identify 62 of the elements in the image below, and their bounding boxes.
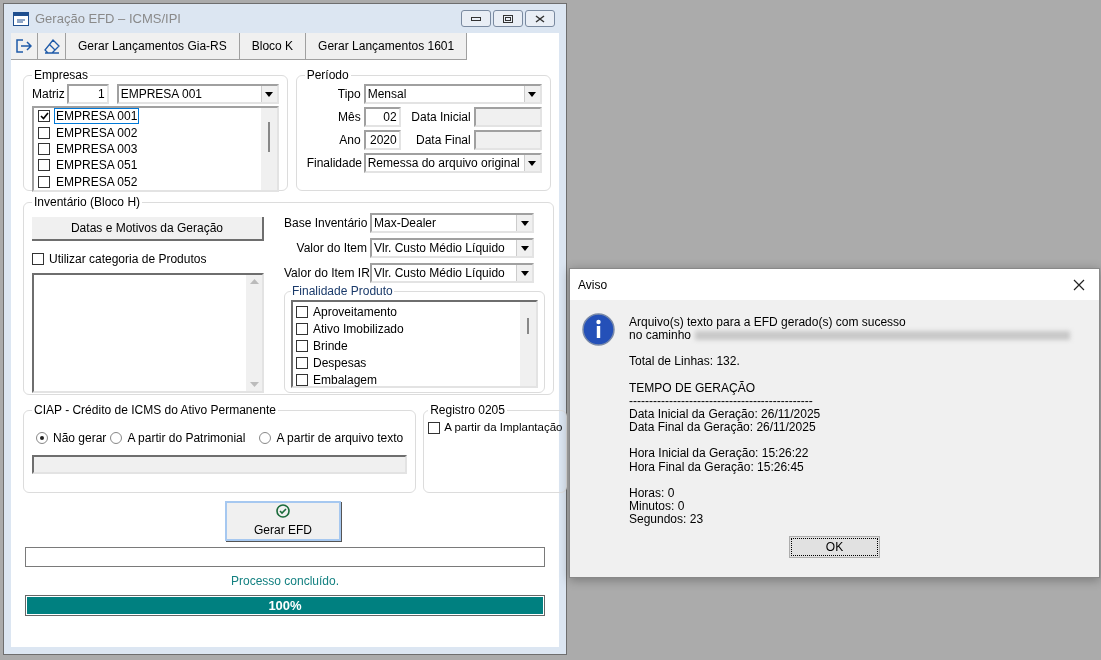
input-field[interactable]: 1	[66, 84, 109, 104]
checkbox-label: A partir da Implantação	[444, 420, 563, 435]
window-title: Geração EFD – ICMS/IPI	[35, 9, 181, 28]
input-field[interactable]: 02	[363, 107, 401, 127]
field-label: Valor do Item	[295, 240, 368, 257]
radio-label: A partir de arquivo texto	[276, 430, 404, 447]
list-item[interactable]: EMPRESA 003	[54, 141, 140, 157]
message-line: Data Inicial da Geração: 26/11/2025	[629, 408, 822, 422]
field-label: Finalidade	[306, 155, 364, 172]
radio-label: A partir do Patrimonial	[127, 430, 246, 447]
field-label: Data Final	[414, 132, 472, 149]
field-label: Tipo	[336, 86, 362, 103]
message-line: Hora Inicial da Geração: 15:26:22	[629, 447, 810, 461]
field-label: Ano	[338, 132, 362, 149]
field-label: Mês	[337, 109, 362, 126]
dropdown-field[interactable]: EMPRESA 001	[116, 84, 279, 104]
field-label: Valor do Item IR	[284, 265, 370, 282]
message-line: Data Final da Geração: 26/11/2025	[629, 421, 817, 435]
toolbar-button[interactable]: Gerar Lançamentos 1601	[306, 33, 468, 59]
checkbox-label: Utilizar categoria de Produtos	[49, 251, 207, 268]
list-item[interactable]: EMPRESA 001	[54, 108, 140, 125]
message-line: Segundos: 23	[629, 513, 705, 527]
toolbar-button[interactable]: Bloco K	[239, 33, 307, 59]
field-label: Matriz	[32, 86, 65, 103]
message-line: Hora Final da Geração: 15:26:45	[629, 460, 805, 474]
generate-button[interactable]: Gerar EFD	[225, 501, 341, 541]
message-line: TEMPO DE GERAÇÃO	[629, 381, 757, 395]
dates-button[interactable]: Datas e Motivos da Geração	[32, 217, 264, 241]
progress-label: 100%	[267, 596, 303, 615]
list-item[interactable]: Brinde	[313, 336, 348, 355]
list-item[interactable]: EMPRESA 052	[54, 173, 140, 190]
message-line: Minutos: 0	[629, 500, 686, 514]
group-title: Inventário (Bloco H)	[33, 194, 142, 211]
group-title: Finalidade Produto	[291, 283, 394, 300]
dropdown-field[interactable]: Vlr. Custo Médio Líquido	[370, 263, 534, 283]
group-title: Registro 0205	[429, 402, 506, 419]
field-label: Base Inventário	[284, 215, 369, 232]
status-text: Processo concluído.	[230, 573, 340, 590]
toolbar-button[interactable]: Gerar Lançamentos Gia-RS	[66, 33, 240, 59]
message-text: Arquivo(s) texto para a EFD gerado(s) com sucesso	[629, 316, 907, 330]
list-item[interactable]: Despesas	[313, 353, 367, 372]
message-line: Horas: 0	[629, 486, 676, 501]
group-title: Empresas	[33, 67, 90, 84]
dropdown-field[interactable]: Vlr. Custo Médio Líquido	[370, 238, 534, 258]
dropdown-field[interactable]: Mensal	[363, 84, 542, 104]
group-title: Período	[305, 67, 350, 84]
dropdown-field[interactable]: Max-Dealer	[370, 213, 534, 233]
field-label: Data Inicial	[410, 109, 472, 126]
list-item[interactable]: Ativo Imobilizado	[313, 319, 404, 338]
message-line: ----------------------------------------------	[629, 394, 814, 408]
radio-label: Não gerar	[53, 430, 107, 447]
group-title: CIAP - Crédito de ICMS do Ativo Permanente	[33, 402, 277, 419]
ok-button[interactable]: OK	[789, 536, 880, 559]
path-label: no caminho	[629, 329, 692, 343]
dropdown-field[interactable]: Remessa do arquivo original	[363, 153, 542, 173]
input-field[interactable]: 2020	[363, 130, 401, 150]
message-line: Total de Linhas: 132.	[629, 355, 741, 369]
list-item[interactable]: EMPRESA 002	[54, 124, 140, 141]
list-item[interactable]: Embalagem	[313, 370, 378, 389]
dialog-title: Aviso	[578, 276, 608, 294]
list-item[interactable]: Aproveitamento	[313, 302, 398, 321]
list-item[interactable]: EMPRESA 051	[54, 157, 140, 174]
